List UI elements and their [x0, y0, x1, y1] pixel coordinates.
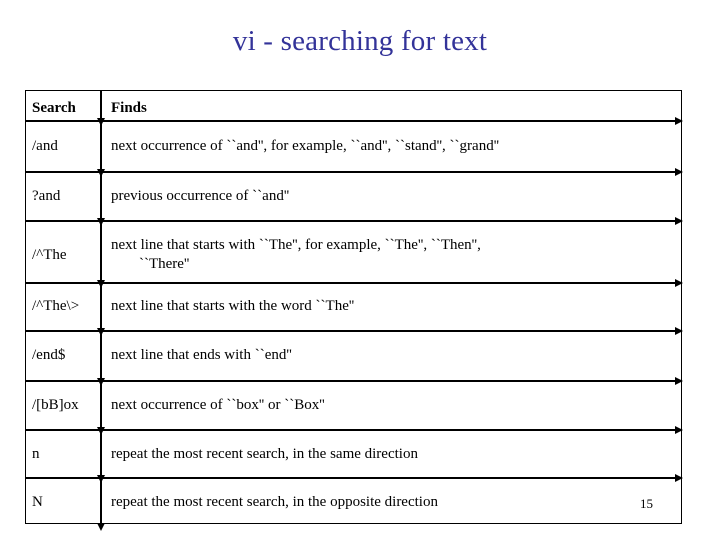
- rule-arrow-icon: [675, 168, 683, 176]
- table-row-search-term: /end$: [32, 347, 66, 363]
- table-rule-2: [25, 217, 683, 225]
- table-row-search-term: n: [32, 446, 40, 462]
- table-rule-header: [25, 117, 683, 125]
- rule-arrow-icon: [675, 426, 683, 434]
- column-divider-6: [97, 382, 105, 435]
- table-rule-7: [25, 474, 683, 482]
- table-row-description: next line that ends with ``end'': [111, 347, 292, 363]
- table-row-search-term: /^The\>: [32, 298, 80, 314]
- column-divider-2: [97, 173, 105, 226]
- table-row-search-term: /[bB]ox: [32, 397, 79, 413]
- table-rule-bottom: [25, 523, 682, 524]
- rule-arrow-icon: [675, 117, 683, 125]
- table-row-search-term: ?and: [32, 188, 61, 204]
- page-title: vi - searching for text: [232, 25, 488, 57]
- table-row-description: next occurrence of ``and'', for example,…: [111, 138, 500, 154]
- rule-arrow-icon: [675, 377, 683, 385]
- table-row-search-term: /^The: [32, 247, 67, 263]
- table-rule-3: [25, 279, 683, 287]
- divider-arrow-icon: [97, 523, 105, 531]
- table-row-description: repeat the most recent search, in the sa…: [111, 446, 418, 462]
- table-row-description: repeat the most recent search, in the op…: [111, 494, 438, 510]
- column-divider-3: [97, 222, 105, 288]
- column-header-finds: Finds: [111, 100, 147, 116]
- table-row-description: previous occurrence of ``and'': [111, 188, 290, 204]
- column-divider-5: [97, 332, 105, 386]
- column-header-search: Search: [32, 100, 76, 116]
- rule-arrow-icon: [675, 327, 683, 335]
- table-rule-top: [25, 90, 682, 91]
- search-commands-table: Search Finds /and next occurrence of ``a…: [25, 90, 683, 531]
- column-divider-1: [97, 122, 105, 177]
- table-rule-6: [25, 426, 683, 434]
- table-right-border: [681, 90, 682, 524]
- table-row-search-term: N: [32, 494, 43, 510]
- rule-arrow-icon: [675, 474, 683, 482]
- table-left-border: [25, 90, 26, 524]
- page-number: 15: [640, 496, 653, 511]
- description-line-2: ``There'': [139, 256, 190, 272]
- rule-arrow-icon: [675, 279, 683, 287]
- table-row-search-term: /and: [32, 138, 58, 154]
- table-row-description: next line that starts with the word ``Th…: [111, 298, 355, 314]
- table-rule-5: [25, 377, 683, 385]
- table-rule-4: [25, 327, 683, 335]
- description-line-1: next line that starts with ``The'', for …: [111, 237, 481, 253]
- table-row-description: next line that starts with ``The'', for …: [111, 236, 671, 274]
- column-divider-7: [97, 431, 105, 483]
- table-row-description: next occurrence of ``box'' or ``Box'': [111, 397, 325, 413]
- table-rule-1: [25, 168, 683, 176]
- column-divider-header: [97, 90, 105, 126]
- rule-arrow-icon: [675, 217, 683, 225]
- column-divider-8: [97, 479, 105, 531]
- column-divider-4: [97, 284, 105, 336]
